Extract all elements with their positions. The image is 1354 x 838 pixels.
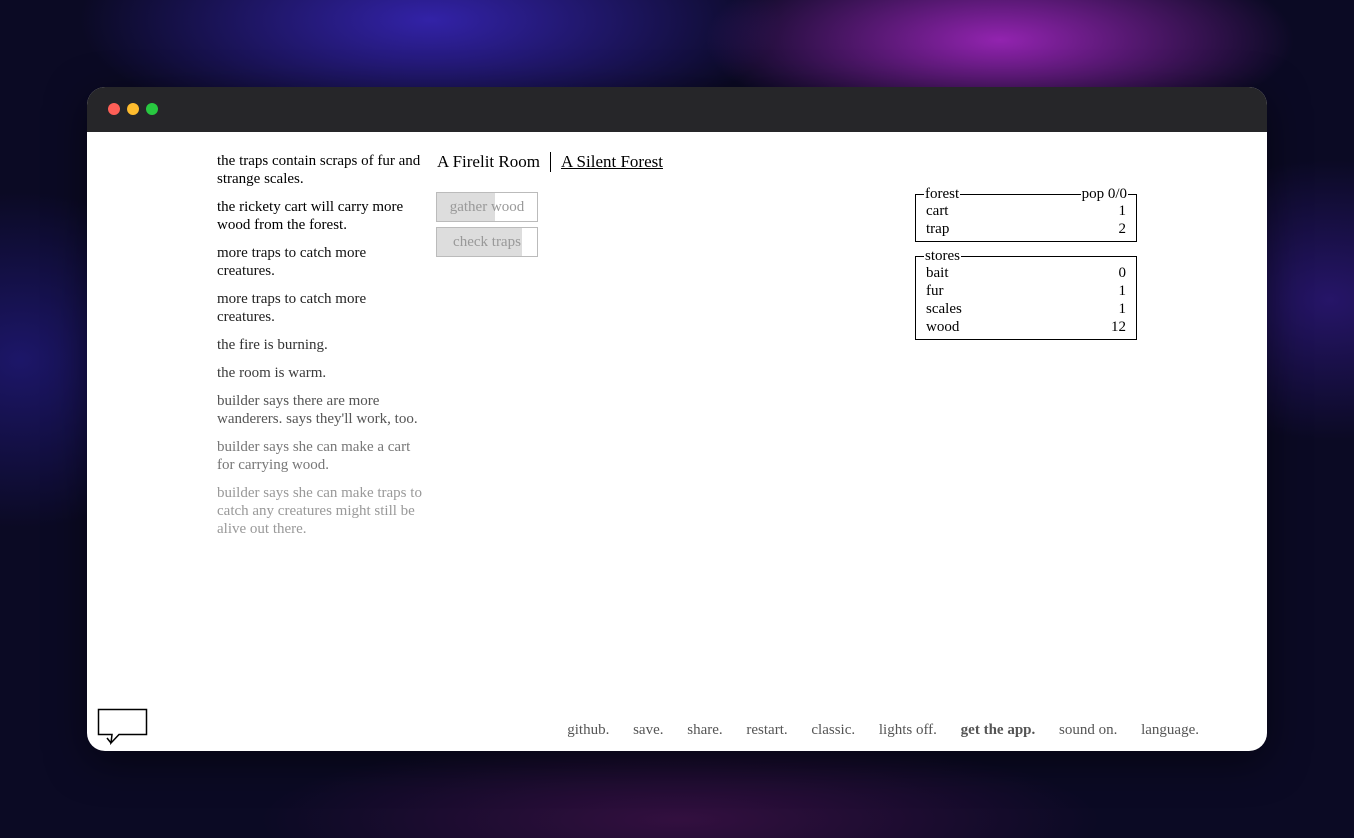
maximize-window-button[interactable] (146, 103, 158, 115)
notification: builder says she can make a cart for car… (217, 439, 411, 473)
check-traps-label: check traps (453, 234, 521, 250)
classic-link[interactable]: classic. (811, 722, 855, 738)
restart-link[interactable]: restart. (746, 722, 787, 738)
tab-silent-forest[interactable]: A Silent Forest (549, 152, 673, 172)
gather-wood-label: gather wood (449, 199, 525, 215)
language-link[interactable]: language. (1141, 722, 1199, 738)
store-count: 0 (1118, 265, 1127, 281)
save-link[interactable]: save. (633, 722, 663, 738)
footer-menu: github. save. share. restart. classic. l… (547, 722, 1199, 739)
store-count: 1 (1118, 301, 1127, 317)
store-row-bait: bait 0 (926, 264, 1126, 282)
notification-log: the traps contain scraps of fur and stra… (217, 152, 422, 548)
stores-panel-title: stores (924, 247, 961, 265)
store-name: wood (926, 319, 960, 335)
store-name: fur (926, 283, 944, 299)
notification: the rickety cart will carry more wood fr… (217, 199, 404, 233)
building-count: 1 (1118, 203, 1127, 219)
notification: more traps to catch more creatures. (217, 291, 367, 325)
notification: the fire is burning. (217, 337, 328, 353)
store-count: 1 (1118, 283, 1127, 299)
store-row-fur: fur 1 (926, 282, 1126, 300)
building-row-cart: cart 1 (926, 202, 1126, 220)
building-name: cart (926, 203, 949, 219)
building-name: trap (926, 221, 950, 237)
forest-panel: forest pop 0/0 cart 1 trap 2 (915, 185, 1137, 242)
get-the-app-link[interactable]: get the app. (961, 722, 1036, 738)
forest-panel-title: forest (924, 185, 961, 203)
sound-on-link[interactable]: sound on. (1059, 722, 1117, 738)
stores-panel: stores bait 0 fur 1 scales 1 wood 12 (915, 247, 1137, 340)
github-link[interactable]: github. (567, 722, 609, 738)
notification: more traps to catch more creatures. (217, 245, 367, 279)
store-name: bait (926, 265, 949, 281)
building-count: 2 (1118, 221, 1127, 237)
notification: the traps contain scraps of fur and stra… (217, 153, 421, 187)
notification: the room is warm. (217, 365, 327, 381)
store-row-wood: wood 12 (926, 318, 1126, 336)
notification: builder says there are more wanderers. s… (217, 393, 418, 427)
game-area: the traps contain scraps of fur and stra… (87, 132, 1267, 751)
population-count: pop 0/0 (1080, 185, 1128, 203)
notification: builder says she can make traps to catch… (217, 485, 422, 537)
tab-firelit-room[interactable]: A Firelit Room (437, 152, 550, 172)
close-window-button[interactable] (108, 103, 120, 115)
window-titlebar (87, 87, 1267, 132)
check-traps-button[interactable]: check traps (436, 227, 538, 257)
store-row-scales: scales 1 (926, 300, 1126, 318)
gather-wood-button[interactable]: gather wood (436, 192, 538, 222)
minimize-window-button[interactable] (127, 103, 139, 115)
building-row-trap: trap 2 (926, 220, 1126, 238)
browser-window: the traps contain scraps of fur and stra… (87, 87, 1267, 751)
chat-bubble-icon[interactable] (97, 708, 149, 751)
lights-off-link[interactable]: lights off. (879, 722, 937, 738)
share-link[interactable]: share. (687, 722, 722, 738)
location-header: A Firelit Room A Silent Forest (437, 152, 673, 172)
store-count: 12 (1111, 319, 1126, 335)
store-name: scales (926, 301, 962, 317)
